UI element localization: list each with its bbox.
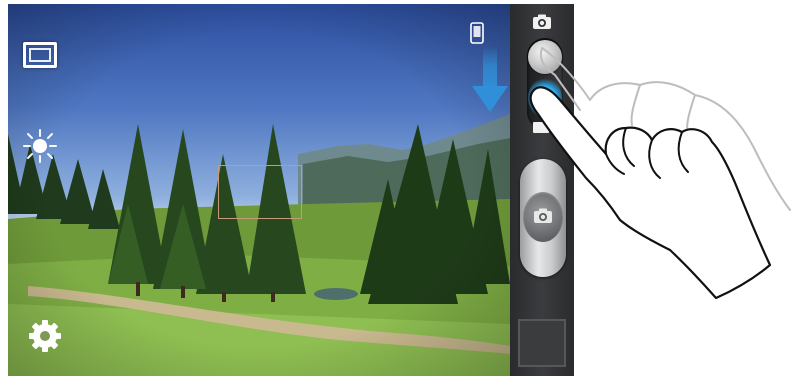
hand-swipe-illustration [529,47,791,300]
settings-icon[interactable] [27,318,63,354]
camera-viewfinder[interactable] [8,4,510,376]
phone-orientation-icon [470,22,484,44]
camera-mode-icon [533,14,551,29]
focus-frame [218,165,302,219]
swipe-down-arrow-icon [472,46,508,112]
brightness-icon[interactable] [20,126,60,166]
screen-mode-icon[interactable] [23,42,57,68]
gallery-thumbnail[interactable] [518,319,566,367]
